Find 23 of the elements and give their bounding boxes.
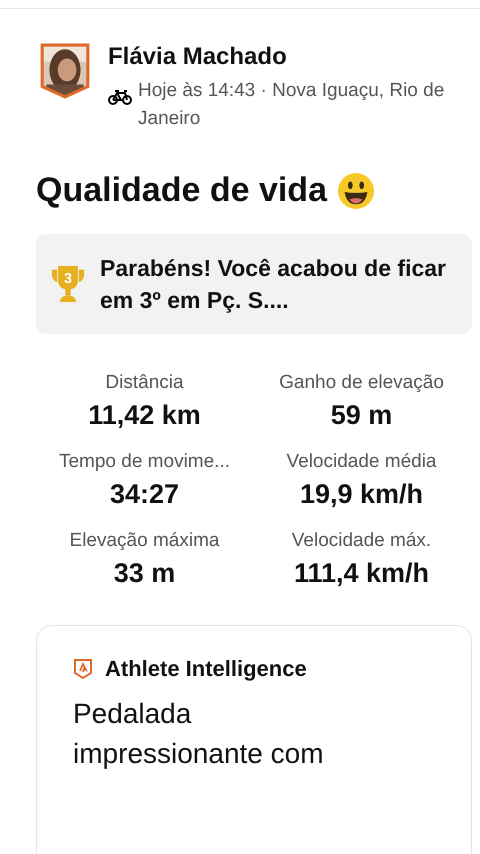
insight-card[interactable]: Athlete Intelligence Pedalada impressionante com [36, 625, 472, 854]
stat-value: 59 m [330, 400, 392, 431]
insight-text: Pedalada impressionante com [73, 697, 325, 771]
stat-value: 111,4 km/h [294, 558, 430, 589]
activity-title: Qualidade de vida [36, 171, 327, 210]
stat-label: Tempo de movime... [58, 451, 230, 473]
insight-title: Athlete Intelligence [105, 656, 307, 682]
stat-value: 34:27 [110, 479, 180, 510]
badge-icon [73, 658, 93, 680]
athlete-name[interactable]: Flávia Machado [108, 43, 458, 71]
achievement-text: Parabéns! Você acabou de ficar em 3º em Pç. S.... [100, 254, 447, 315]
activity-meta: Hoje às 14:43 · Nova Iguaçu, Rio de Janeiro [138, 79, 446, 131]
stat-value: 11,42 km [88, 400, 201, 431]
stat-value: 33 m [114, 558, 176, 589]
stat-label: Elevação máxima [70, 530, 220, 552]
smiley-icon [336, 172, 375, 210]
stat-label: Distância [105, 372, 184, 394]
stat-label: Velocidade máx. [292, 530, 432, 552]
bicycle-icon [108, 89, 132, 105]
achievement-card[interactable]: 3 Parabéns! Você acabou de ficar em 3º em Pç. S.... [36, 234, 472, 334]
stat-label: Ganho de elevação [279, 372, 444, 394]
stat-value: 19,9 km/h [300, 479, 424, 510]
stat-label: Velocidade média [286, 451, 436, 473]
